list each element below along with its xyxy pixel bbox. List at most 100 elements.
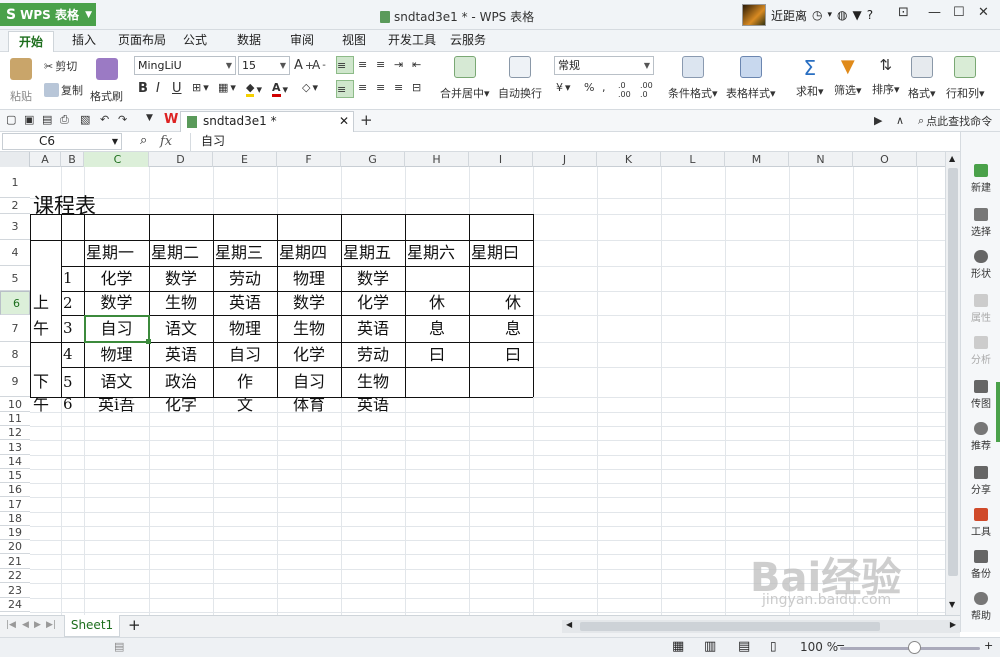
schedule-cell[interactable]: 英语 [213,291,277,315]
row-header-10[interactable]: 10 [0,397,30,412]
tab-view[interactable]: 视图 [342,30,366,52]
side-select[interactable]: 选择 [961,208,1000,238]
help-icon[interactable]: ? [867,8,873,22]
day-header-cell[interactable]: 星期三 [213,240,277,266]
schedule-cell[interactable]: 化学 [84,266,149,291]
copy-button[interactable]: 复制 [44,82,83,98]
schedule-cell[interactable]: 数学 [341,266,405,291]
day-header-cell[interactable]: 星期二 [149,240,213,266]
day-header-cell[interactable]: 星期四 [277,240,341,266]
tab-home[interactable]: 开始 [8,31,55,52]
schedule-cell[interactable]: 物理 [277,266,341,291]
filter-button[interactable]: ▼ 筛选▾ [834,56,862,98]
avatar[interactable] [742,4,766,26]
column-header-f[interactable]: F [277,152,341,167]
row-header-9[interactable]: 9 [0,367,30,397]
column-header-d[interactable]: D [149,152,213,167]
arrow-up-icon[interactable]: ▲ [949,154,955,163]
period-number-cell[interactable]: 2 [61,291,84,315]
distribute-button[interactable]: ⊟ [412,81,421,94]
schedule-cell[interactable]: 化学 [277,342,341,367]
merge-center-button[interactable]: 合并居中▾ [440,56,490,101]
bold-button[interactable]: B [138,81,148,96]
schedule-cell[interactable]: 英i吾 [84,397,149,412]
day-header-cell[interactable]: 星期五 [341,240,405,266]
formula-input[interactable]: 自习 [190,133,960,151]
table-style-button[interactable]: 表格样式▾ [726,56,776,101]
undo-icon[interactable]: ↶ [100,113,109,126]
side-backup[interactable]: 备份 [961,550,1000,580]
column-header-n[interactable]: N [789,152,853,167]
column-header-k[interactable]: K [597,152,661,167]
side-help[interactable]: 帮助 [961,592,1000,622]
schedule-cell[interactable]: 曰 [405,342,469,367]
save-icon[interactable]: ▣ [24,113,34,126]
clock-icon[interactable]: ◷ [812,8,822,22]
number-format-select[interactable]: 常规 ▼ [554,56,654,75]
row-header-23[interactable]: 23 [0,583,30,598]
day-header-cell[interactable]: 星期曰 [469,240,533,266]
period-number-cell[interactable]: 5 [61,367,84,397]
schedule-cell[interactable]: 息 [469,315,533,342]
row-header-18[interactable]: 18 [0,512,30,526]
tab-formula[interactable]: 公式 [183,30,207,52]
percent-button[interactable]: % [584,81,594,94]
fill-color-button[interactable]: ◆ ▾ [246,81,262,97]
font-shrink-button[interactable]: A- [312,58,326,72]
clear-format-button[interactable]: ◇ ▾ [302,81,318,94]
morning-label-cell[interactable]: 午 [30,315,61,342]
schedule-cell[interactable]: 英语 [341,397,405,412]
period-number-cell[interactable]: 4 [61,342,84,367]
column-header-i[interactable]: I [469,152,533,167]
close-button[interactable]: ✕ [978,5,989,20]
sort-button[interactable]: ⇅ 排序▾ [872,56,900,97]
align-bottom-button[interactable]: ≡ [376,58,385,71]
schedule-cell[interactable]: 物理 [213,315,277,342]
add-tab-icon[interactable]: + [360,111,373,129]
prev-sheet-icon[interactable]: ◀ [22,620,29,630]
schedule-cell[interactable]: 政治 [149,367,213,397]
column-header-o[interactable]: O [853,152,917,167]
schedule-cell[interactable]: 英语 [149,342,213,367]
column-header-l[interactable]: L [661,152,725,167]
redo-icon[interactable]: ↷ [118,113,127,126]
function-button[interactable]: fx [160,134,172,149]
user-area[interactable]: 近距离 ◷ ▾ ◍ ▼ ? [742,4,873,26]
schedule-cell[interactable]: 劳动 [213,266,277,291]
page-break-view-icon[interactable]: ▥ [704,639,716,654]
schedule-cell[interactable]: 休 [405,291,469,315]
row-header-7[interactable]: 7 [0,315,30,342]
outdent-button[interactable]: ⇤ [412,58,421,71]
chevron-down-icon[interactable]: ▼ [146,113,153,123]
column-header-c[interactable]: C [84,152,149,167]
fill-merge-button[interactable]: ▦ ▾ [218,81,236,94]
normal-view-icon[interactable]: ▦ [672,639,684,654]
schedule-cell[interactable]: 语文 [84,367,149,397]
schedule-cell[interactable]: 文 [213,397,277,412]
underline-button[interactable]: U [172,81,182,96]
zoom-out-icon[interactable]: − [836,639,845,652]
row-header-22[interactable]: 22 [0,569,30,583]
indent-button[interactable]: ⇥ [394,58,403,71]
preview-icon[interactable]: ▧ [80,113,90,126]
increase-decimal-button[interactable]: .0.00 [618,81,631,99]
row-header-19[interactable]: 19 [0,526,30,540]
print-icon[interactable]: ⎙ [60,113,69,127]
schedule-cell[interactable]: 物理 [84,342,149,367]
row-header-12[interactable]: 12 [0,426,30,440]
page-view-icon[interactable]: ▤ [738,639,750,654]
row-header-3[interactable]: 3 [0,214,30,240]
fill-handle[interactable] [146,339,151,344]
scroll-thumb[interactable] [580,622,880,631]
command-search[interactable]: ⌕ 点此查找命令 [918,113,992,129]
conditional-format-button[interactable]: 条件格式▾ [668,56,718,101]
side-recommend[interactable]: 推荐 [961,422,1000,452]
schedule-cell[interactable]: 作 [213,367,277,397]
minimize-button[interactable]: — [928,5,941,20]
side-share[interactable]: 分享 [961,466,1000,496]
arrow-right-icon[interactable]: ▶ [950,620,956,629]
row-header-8[interactable]: 8 [0,342,30,367]
column-header-m[interactable]: M [725,152,789,167]
tab-data[interactable]: 数据 [237,30,261,52]
arrow-down-icon[interactable]: ▾ [828,10,833,20]
